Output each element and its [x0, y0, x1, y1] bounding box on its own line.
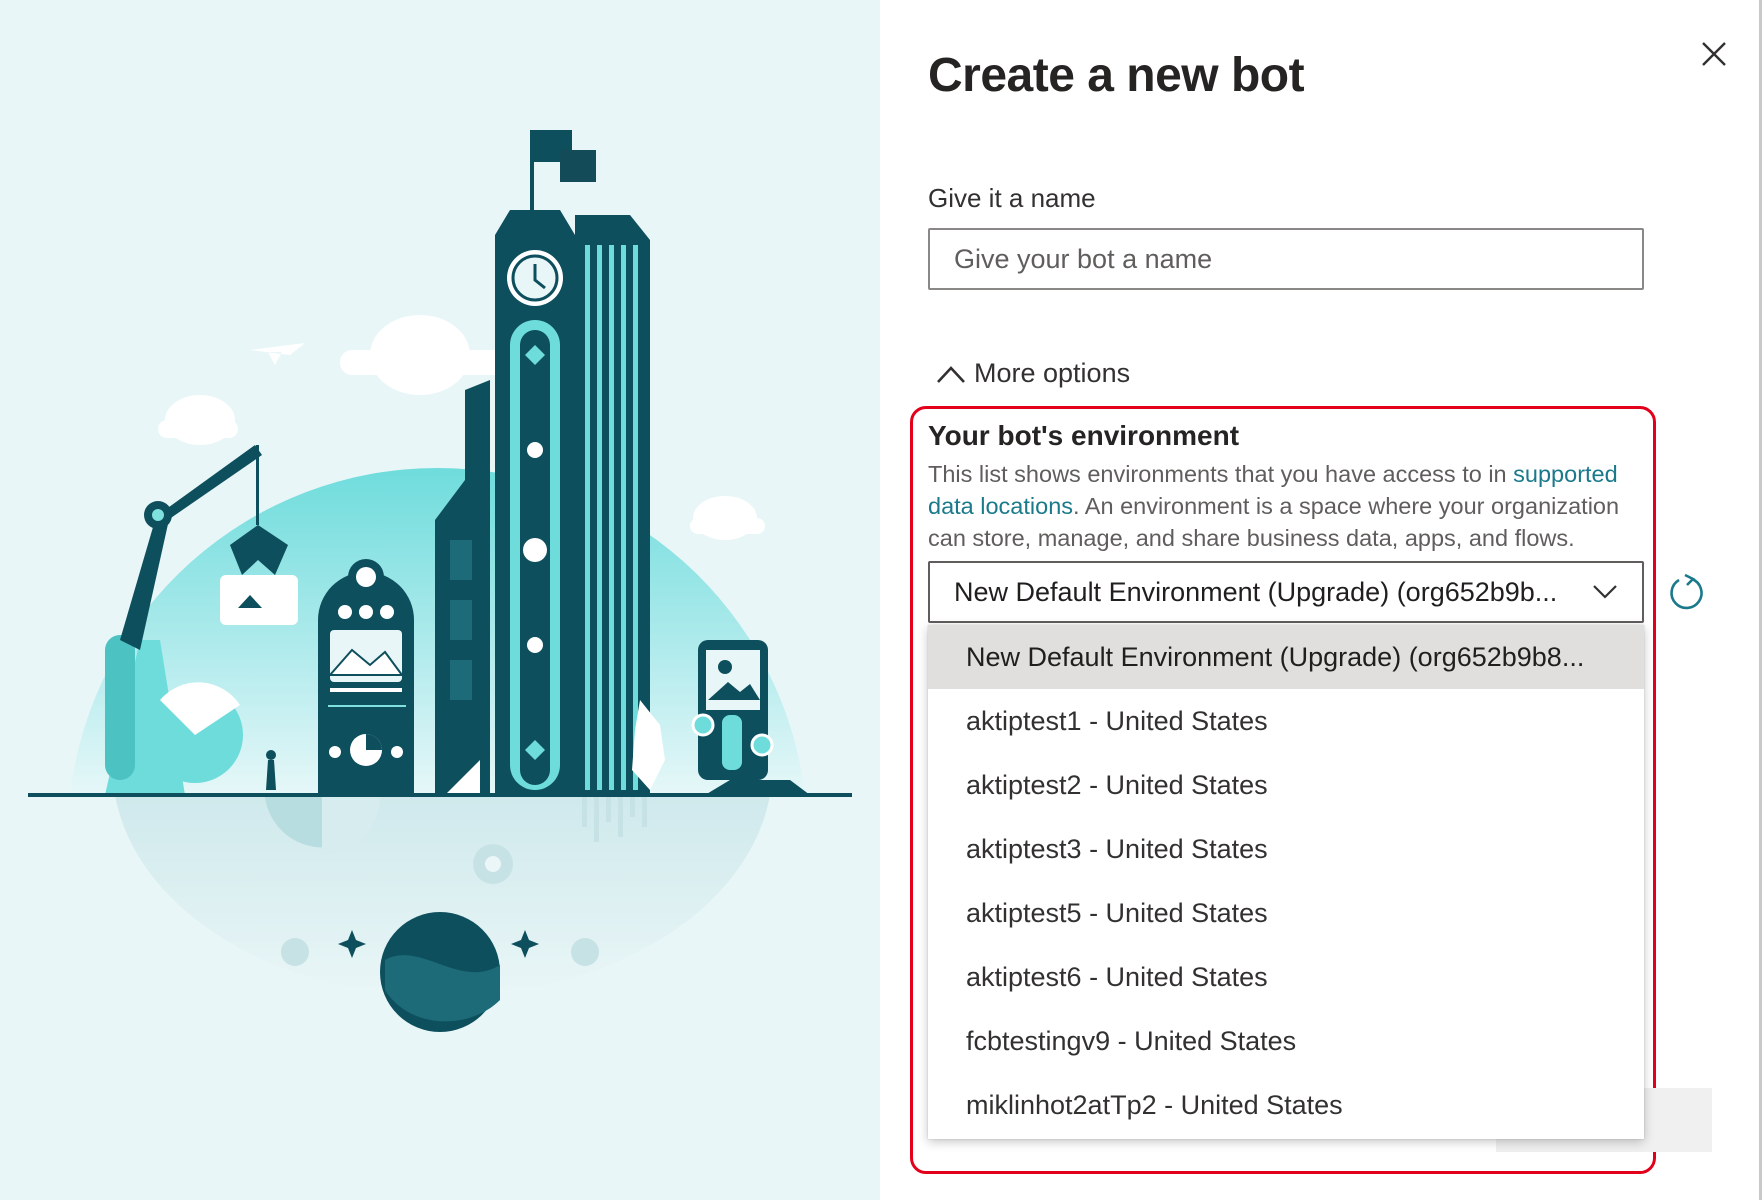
- environment-option[interactable]: miklinhot2atTp2 - United States: [928, 1073, 1644, 1137]
- chevron-down-icon: [1593, 585, 1617, 599]
- bot-name-input[interactable]: [928, 228, 1644, 290]
- refresh-environments-button[interactable]: [1666, 572, 1706, 612]
- refresh-icon: [1670, 573, 1703, 610]
- environment-option[interactable]: aktiptest5 - United States: [928, 881, 1644, 945]
- chevron-up-icon: [937, 365, 965, 383]
- environment-selected-value: New Default Environment (Upgrade) (org65…: [954, 576, 1558, 607]
- close-button[interactable]: [1690, 30, 1738, 78]
- environment-option[interactable]: aktiptest6 - United States: [928, 945, 1644, 1009]
- city-illustration: [28, 130, 852, 1032]
- dialog-title: Create a new bot: [928, 49, 1305, 102]
- environment-option[interactable]: aktiptest2 - United States: [928, 753, 1644, 817]
- environment-option[interactable]: fcbtestingv9 - United States: [928, 1009, 1644, 1073]
- environment-dropdown[interactable]: New Default Environment (Upgrade) (org65…: [928, 561, 1644, 623]
- close-icon: [1702, 42, 1726, 66]
- environment-heading: Your bot's environment: [928, 420, 1240, 451]
- environment-description: This list shows environments that you ha…: [928, 458, 1648, 554]
- name-field-label: Give it a name: [928, 183, 1096, 213]
- more-options-label: More options: [974, 358, 1131, 388]
- environment-description-text: This list shows environments that you ha…: [928, 461, 1514, 487]
- environment-option[interactable]: New Default Environment (Upgrade) (org65…: [928, 625, 1644, 689]
- environment-option[interactable]: aktiptest3 - United States: [928, 817, 1644, 881]
- illustration-panel: [0, 0, 880, 1200]
- environment-option[interactable]: aktiptest1 - United States: [928, 689, 1644, 753]
- environment-options-list: New Default Environment (Upgrade) (org65…: [928, 625, 1644, 1139]
- create-bot-dialog: Create a new bot Give it a name More opt…: [880, 0, 1762, 1200]
- more-options-toggle[interactable]: More options: [936, 358, 1130, 389]
